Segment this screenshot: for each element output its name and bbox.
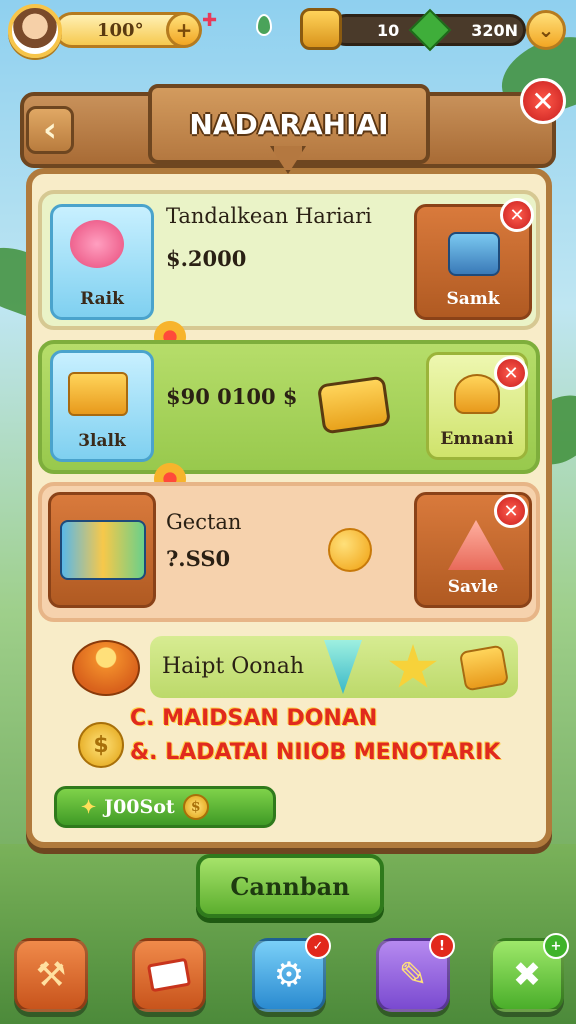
add-badge: + [543, 933, 569, 959]
wrench-icon: ⚙ [273, 955, 305, 995]
remove-offer-button[interactable]: ✕ [494, 356, 528, 390]
currency-bar: 10 320N [330, 8, 526, 52]
close-icon: ✕ [503, 362, 519, 384]
reward-label: Emnani [440, 429, 514, 449]
coin-icon: $ [182, 794, 209, 820]
plus-sparkle-icon: ✚ [202, 10, 218, 31]
shop-button[interactable]: ⌄ [526, 10, 566, 50]
fruit-icon [70, 220, 124, 268]
treasure-chest-icon [316, 375, 392, 435]
back-button[interactable]: ‹ [26, 106, 74, 154]
boost-label: J00Sot [104, 796, 175, 818]
gold-bar-icon [458, 644, 510, 692]
nav-add-button[interactable]: ✖ + [490, 933, 569, 1012]
nav-build-button[interactable]: ✎ ! [376, 933, 455, 1012]
level-value: 100° [97, 19, 144, 41]
currency-amount: 320N [471, 20, 519, 40]
chevron-left-icon: ‹ [42, 110, 57, 150]
close-icon: ✕ [531, 84, 555, 118]
offer-price: $90 0100 $ [166, 384, 298, 409]
nav-cards-button[interactable] [132, 938, 206, 1012]
offer-price: ?.SS0 [166, 546, 231, 571]
nav-hammer-button[interactable]: ⚒ [14, 938, 88, 1012]
crossed-tools-icon: ✖ [512, 955, 542, 995]
golden-pot-icon [454, 374, 500, 414]
gold-bars-icon [68, 372, 128, 416]
star-icon: ✦ [81, 796, 97, 818]
resource-amount: 10 [377, 20, 400, 40]
coin-icon: $ [78, 722, 124, 768]
building-blocks-icon [60, 520, 146, 580]
coin-stack-icon [300, 8, 342, 50]
gem-icon [409, 8, 452, 52]
offer-item-label: 3lalk [78, 431, 126, 451]
offer-item-label: Raik [80, 289, 124, 309]
offer-price: $.2000 [166, 246, 247, 271]
add-level-button[interactable]: + [166, 12, 202, 48]
card-icon [146, 957, 192, 993]
offer-name: Gectan [166, 510, 242, 534]
boost-button[interactable]: ✦ J00Sot $ [54, 786, 276, 828]
nav-tools-button[interactable]: ⚙ ✓ [252, 933, 331, 1012]
feature-label: Haipt Oonah [162, 654, 304, 679]
close-button[interactable]: ✕ [520, 78, 566, 124]
gold-orb-icon [328, 528, 372, 572]
offer-name: Tandalkean Hariari [166, 204, 372, 228]
brush-icon: ✎ [398, 955, 428, 995]
leaf-icon [256, 14, 272, 36]
info-line: C. MAIDSAN DONAN [130, 706, 378, 731]
hammer-icon: ⚒ [35, 955, 67, 995]
safe-icon [448, 232, 500, 276]
plus-icon: + [175, 18, 193, 42]
remove-offer-button[interactable]: ✕ [500, 198, 534, 232]
remove-offer-button[interactable]: ✕ [494, 494, 528, 528]
reward-label: Savle [447, 577, 499, 597]
treasure-pot-icon [72, 640, 140, 696]
close-icon: ✕ [503, 500, 519, 522]
reward-label: Samk [446, 289, 500, 309]
chevron-down-icon: ⌄ [537, 18, 555, 42]
player-avatar[interactable] [8, 4, 62, 58]
info-line: &. LADATAI NIIOB MENOTARIK [130, 740, 501, 765]
notification-badge: ! [429, 933, 455, 959]
close-icon: ✕ [509, 204, 525, 226]
notification-badge: ✓ [305, 933, 331, 959]
confirm-button[interactable]: Cannban [196, 854, 384, 918]
